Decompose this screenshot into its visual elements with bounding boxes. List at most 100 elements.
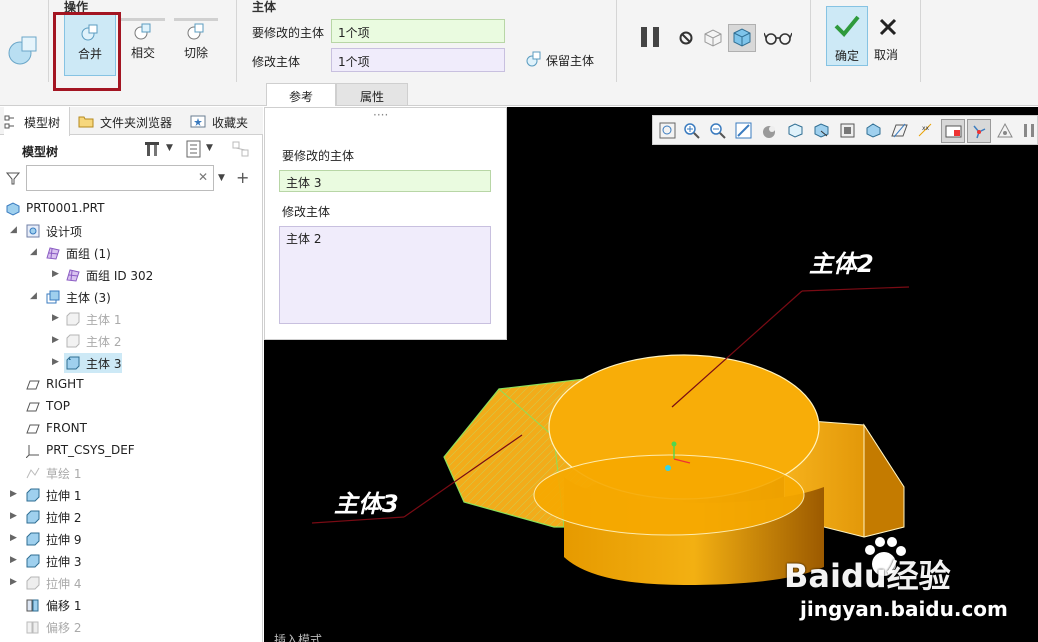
tree-item-design-items[interactable]: ◢ 设计项 xyxy=(0,220,262,242)
tree-item-label: RIGHT xyxy=(46,377,84,391)
point-display-icon[interactable]: xx xyxy=(917,122,934,139)
tree-item-label: 偏移 1 xyxy=(46,599,82,613)
tree-item-label: 拉伸 1 xyxy=(46,489,82,503)
tab-folder-browser[interactable]: 文件夹浏览器 xyxy=(78,107,182,135)
quilt-icon xyxy=(66,269,80,282)
view-manager-icon[interactable] xyxy=(813,122,830,139)
tree-item-quilt-302[interactable]: ▶ 面组 ID 302 xyxy=(0,264,262,286)
tree-item-extrude-9[interactable]: ▶ 拉伸 9 xyxy=(0,528,262,550)
tree-item-bodies[interactable]: ◢ 主体 (3) xyxy=(0,286,262,308)
offset-icon xyxy=(26,599,39,612)
tab-references[interactable]: 参考 xyxy=(266,83,336,106)
datum-plane-icon xyxy=(26,380,40,390)
sketch-icon xyxy=(26,467,40,479)
tree-item-quilt-group[interactable]: ◢ 面组 (1) xyxy=(0,242,262,264)
view-toolbar: xx xyxy=(652,115,1038,145)
tree-columns-icon[interactable] xyxy=(232,140,252,158)
checkmark-icon xyxy=(834,15,860,37)
preview-icon[interactable] xyxy=(702,28,724,48)
panel-grip[interactable]: ···· xyxy=(373,108,388,122)
panel-modifier-item[interactable]: 主体 2 xyxy=(286,232,321,246)
expand-arrow-icon[interactable]: ◢ xyxy=(30,291,40,301)
panel-modifier-collector[interactable]: 主体 2 xyxy=(279,226,491,324)
refit-icon[interactable] xyxy=(659,122,676,139)
tree-item-offset-1[interactable]: 偏移 1 xyxy=(0,594,262,616)
ok-button[interactable]: 确定 xyxy=(826,6,868,66)
modifier-collector[interactable]: 1个项 xyxy=(331,48,505,72)
collapse-arrow-icon[interactable]: ▶ xyxy=(10,533,20,543)
collapse-arrow-icon[interactable]: ▶ xyxy=(10,489,20,499)
panel-target-collector[interactable]: 主体 3 xyxy=(279,170,491,192)
tree-item-body-2[interactable]: ▶ 主体 2 xyxy=(0,330,262,352)
no-geometry-icon[interactable] xyxy=(678,30,694,46)
datum-display-icon[interactable] xyxy=(891,122,908,139)
add-icon[interactable]: + xyxy=(236,168,249,187)
display-style-icon[interactable] xyxy=(761,122,778,139)
perspective-icon[interactable] xyxy=(839,122,856,139)
repaint-icon[interactable] xyxy=(735,122,752,139)
offset-icon xyxy=(26,621,39,634)
close-icon xyxy=(879,18,897,36)
collapse-arrow-icon[interactable]: ▶ xyxy=(10,577,20,587)
modify-target-label: 要修改的主体 xyxy=(252,26,325,40)
csys-display-toggle[interactable] xyxy=(967,119,991,143)
tree-filter-list-icon[interactable] xyxy=(186,140,202,158)
tree-item-top-plane[interactable]: TOP xyxy=(0,396,262,418)
annotation-display-toggle[interactable] xyxy=(941,119,965,143)
tree-settings-dropdown-icon[interactable]: ▼ xyxy=(166,143,173,153)
verify-mode-button[interactable] xyxy=(728,24,756,52)
clear-search-icon[interactable]: ✕ xyxy=(198,170,208,184)
model-tree-title: 模型树 xyxy=(22,145,59,159)
filter-icon[interactable] xyxy=(6,171,20,185)
favorites-icon xyxy=(190,115,206,128)
collapse-arrow-icon[interactable]: ▶ xyxy=(10,511,20,521)
expand-arrow-icon[interactable]: ◢ xyxy=(10,225,20,235)
tree-item-extrude-4[interactable]: ▶ 拉伸 4 xyxy=(0,572,262,594)
modify-target-collector[interactable]: 1个项 xyxy=(331,19,505,43)
saved-orientations-icon[interactable] xyxy=(787,122,804,139)
glasses-icon[interactable] xyxy=(764,30,792,46)
tree-item-body-3[interactable]: ▶ 主体 3 xyxy=(0,352,262,374)
csys-display-icon xyxy=(973,125,986,139)
tab-favorites[interactable]: 收藏夹 xyxy=(190,107,260,135)
pause-animation-icon[interactable] xyxy=(1021,122,1038,139)
extrude-icon xyxy=(26,532,40,546)
tree-search-input[interactable] xyxy=(26,165,214,191)
tree-item-body-1[interactable]: ▶ 主体 1 xyxy=(0,308,262,330)
subtract-button[interactable]: 切除 xyxy=(170,14,222,76)
extrude-icon xyxy=(26,488,40,502)
tree-item-offset-2[interactable]: 偏移 2 xyxy=(0,616,262,638)
watermark-url: jingyan.baidu.com xyxy=(800,597,1008,621)
spin-toggle-icon[interactable] xyxy=(997,122,1014,139)
left-panel: 模型树 文件夹浏览器 收藏夹 模型树 ▼ ▼ ✕ ▼ + PRT0001.PRT… xyxy=(0,107,263,642)
body-feature-icon xyxy=(8,36,37,65)
tree-list-dropdown-icon[interactable]: ▼ xyxy=(206,143,213,153)
tree-item-right-plane[interactable]: RIGHT xyxy=(0,374,262,396)
tab-properties[interactable]: 属性 xyxy=(336,83,408,106)
tree-item-extrude-1[interactable]: ▶ 拉伸 1 xyxy=(0,484,262,506)
tree-item-sketch-1[interactable]: 草绘 1 xyxy=(0,462,262,484)
part-icon xyxy=(6,202,20,216)
spin-center-icon[interactable] xyxy=(865,122,882,139)
tab-model-tree[interactable]: 模型树 xyxy=(4,107,70,136)
collapse-arrow-icon[interactable]: ▶ xyxy=(52,269,62,279)
collapse-arrow-icon[interactable]: ▶ xyxy=(10,555,20,565)
expand-arrow-icon[interactable]: ◢ xyxy=(30,247,40,257)
tree-item-extrude-2[interactable]: ▶ 拉伸 2 xyxy=(0,506,262,528)
coordinate-system-icon xyxy=(26,445,39,458)
zoom-in-icon[interactable] xyxy=(683,122,700,139)
search-dropdown-icon[interactable]: ▼ xyxy=(218,173,225,183)
tree-item-part[interactable]: PRT0001.PRT xyxy=(0,198,262,220)
cancel-button[interactable]: 取消 xyxy=(872,6,906,66)
tree-item-extrude-3[interactable]: ▶ 拉伸 3 xyxy=(0,550,262,572)
collapse-arrow-icon[interactable]: ▶ xyxy=(52,335,62,345)
zoom-out-icon[interactable] xyxy=(709,122,726,139)
intersect-button[interactable]: 相交 xyxy=(117,14,169,76)
tree-item-csys[interactable]: PRT_CSYS_DEF xyxy=(0,440,262,462)
collapse-arrow-icon[interactable]: ▶ xyxy=(52,357,62,367)
pause-icon[interactable] xyxy=(638,24,664,50)
collapse-arrow-icon[interactable]: ▶ xyxy=(52,313,62,323)
tree-item-front-plane[interactable]: FRONT xyxy=(0,418,262,440)
body-icon xyxy=(66,334,80,348)
tree-settings-icon[interactable] xyxy=(144,140,162,158)
